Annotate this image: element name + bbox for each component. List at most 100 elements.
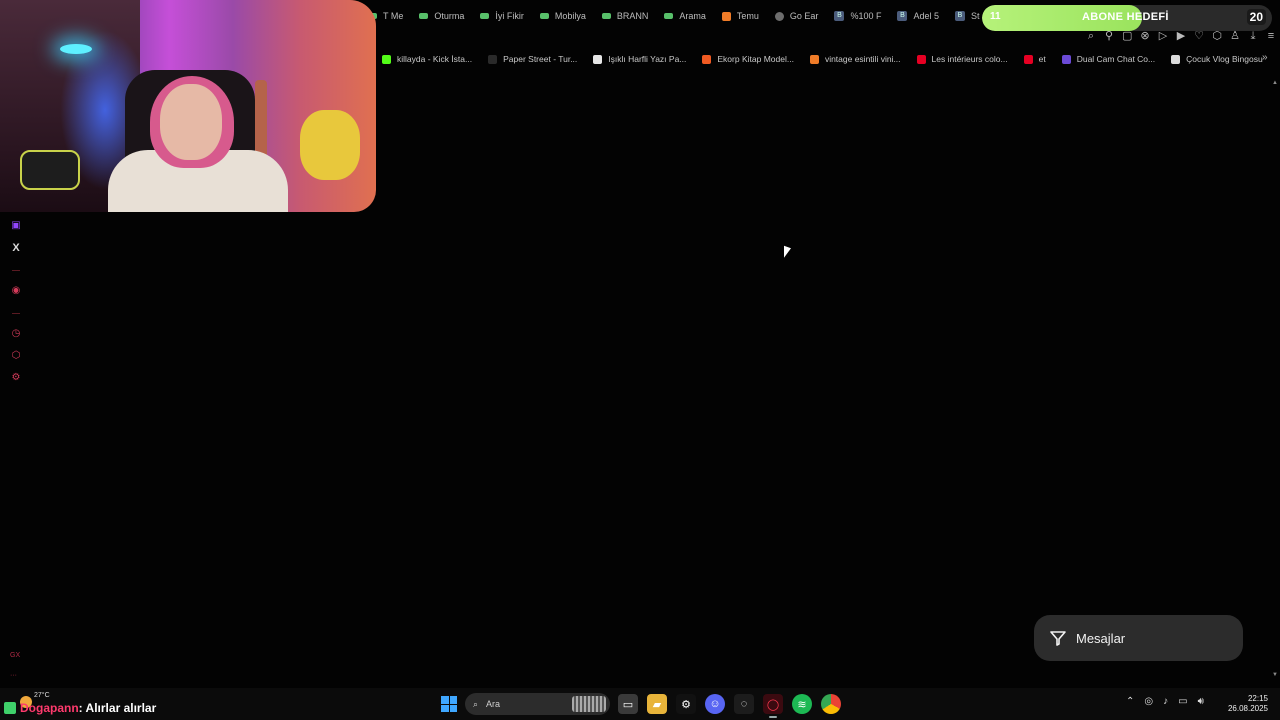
plush-toy	[300, 110, 360, 180]
mouse-cursor	[784, 245, 791, 261]
bookmark-item[interactable]: et	[1023, 54, 1046, 64]
browser-tab-strip: T Me Oturma İyi Fikir Mobilya BRANN Arama Temu…	[360, 6, 980, 26]
file-explorer-icon[interactable]: ▰	[647, 694, 667, 714]
tab-label: T Me	[383, 11, 404, 21]
search-highlight-image	[572, 696, 606, 712]
green-tab-icon	[480, 13, 490, 19]
browser-tab[interactable]: Arama	[656, 6, 714, 26]
spotify-icon[interactable]: ≋	[792, 694, 812, 714]
goal-target-count: 20	[1246, 9, 1266, 25]
taskbar-apps: ▭ ▰ ⚙ ☺ ◌ ◯ ≋	[618, 694, 841, 718]
player-icon[interactable]: ◉	[10, 285, 22, 297]
bookmark-item[interactable]: vintage esintili vini...	[809, 54, 901, 64]
bookmarks-more-icon[interactable]: »	[1262, 52, 1268, 63]
bookmark-item[interactable]: Dual Cam Chat Co...	[1061, 54, 1155, 64]
bookmark-label: Les intérieurs colo...	[931, 54, 1008, 64]
microphone-icon[interactable]: ♪	[1163, 696, 1168, 707]
extension-icon[interactable]: ⚲	[1104, 30, 1114, 42]
tab-label: Adel 5	[913, 11, 939, 21]
browser-toolbar: ⌕ ⚲ ▢ ⊗ ▷ ▶ ♡ ⬡ ♙ ⤓ ≡	[1086, 30, 1276, 42]
bookmark-favicon-icon	[593, 54, 603, 64]
browser-tab[interactable]: Go Ear	[767, 6, 827, 26]
bookmark-favicon-icon	[1171, 54, 1181, 64]
browser-tab[interactable]: Temu	[714, 6, 767, 26]
scrollbar[interactable]: ▲ ▼	[1272, 80, 1278, 680]
bookmark-label: Paper Street - Tur...	[503, 54, 578, 64]
heart-icon[interactable]: ♡	[1194, 30, 1204, 42]
profile-icon[interactable]: ♙	[1230, 30, 1240, 42]
green-tab-icon	[601, 13, 611, 19]
bookmark-favicon-icon	[809, 54, 819, 64]
kick-icon	[4, 702, 16, 714]
bookmark-label: killayda - Kick İsta...	[397, 54, 473, 64]
opera-gx-label: GX	[10, 652, 21, 659]
volume-icon[interactable]: 🔊︎	[1198, 696, 1204, 707]
clock[interactable]: 22:15 26.08.2025	[1228, 694, 1268, 714]
zoom-icon[interactable]: ⌕	[1086, 30, 1096, 42]
messages-button[interactable]: Mesajlar	[1034, 615, 1243, 661]
extensions-icon[interactable]: ⬡	[10, 350, 22, 362]
app-icon[interactable]: ◌	[734, 694, 754, 714]
lamp	[60, 44, 92, 54]
bookmark-item[interactable]: killayda - Kick İsta...	[382, 54, 472, 64]
goal-title: ABONE HEDEFİ	[1082, 11, 1169, 23]
tab-label: Go Ear	[789, 11, 819, 21]
bookmark-item[interactable]: Işıklı Harfli Yazı Pa...	[593, 54, 686, 64]
twitch-icon[interactable]: ▣	[10, 220, 22, 232]
green-tab-icon	[419, 13, 429, 19]
browser-tab[interactable]: BRANN	[594, 6, 657, 26]
chevron-up-icon[interactable]: ⌃	[1126, 696, 1134, 707]
browser-tab[interactable]: Mobilya	[532, 6, 594, 26]
download-icon[interactable]: ⤓	[1248, 30, 1258, 42]
task-view-icon[interactable]: ▭	[618, 694, 638, 714]
goal-current-count: 11	[990, 11, 1001, 22]
windows-taskbar: 27°C Dogapann: Alırlar alırlar ⌕ Ara ▭ ▰…	[0, 688, 1280, 720]
bookmark-item[interactable]: Les intérieurs colo...	[916, 54, 1008, 64]
steam-icon[interactable]: ⚙	[676, 694, 696, 714]
vpn-icon[interactable]: ⊗	[1140, 30, 1150, 42]
steelseries-icon[interactable]: ◎	[1144, 696, 1153, 707]
opera-gx-icon[interactable]: ◯	[763, 694, 783, 718]
clock-date: 26.08.2025	[1227, 704, 1268, 713]
windows-start-icon[interactable]	[441, 696, 457, 712]
browser-tab[interactable]: B %100 F	[826, 6, 889, 26]
bookmark-label: Ekorp Kitap Model...	[717, 54, 794, 64]
search-icon: ⌕	[473, 698, 479, 709]
cube-icon[interactable]: ⬡	[1212, 30, 1222, 42]
clock-time: 22:15	[1247, 694, 1268, 703]
scroll-up-icon[interactable]: ▲	[1272, 80, 1278, 86]
sidebar-divider	[12, 270, 20, 271]
player-icon[interactable]: ▷	[1158, 30, 1168, 42]
b-icon: B	[955, 11, 965, 21]
chrome-icon[interactable]	[821, 694, 841, 714]
system-tray: ⌃ ◎ ♪ ▭ 🔊︎	[1126, 696, 1204, 707]
display-icon[interactable]: ▭	[1178, 696, 1187, 707]
search-placeholder: Ara	[486, 699, 501, 709]
b-icon: B	[897, 11, 908, 21]
browser-tab[interactable]: Oturma	[411, 6, 472, 26]
browser-tab[interactable]: B Adel 5	[889, 6, 947, 26]
bookmark-item[interactable]: Çocuk Vlog Bingosu	[1171, 54, 1263, 64]
bookmark-item[interactable]: Paper Street - Tur...	[488, 54, 577, 64]
bookmark-item[interactable]: Ekorp Kitap Model...	[702, 54, 794, 64]
history-icon[interactable]: ◷	[10, 328, 22, 340]
tab-label: Steve R	[971, 11, 980, 21]
menu-icon[interactable]: ≡	[1266, 30, 1276, 42]
scroll-down-icon[interactable]: ▼	[1272, 672, 1278, 678]
settings-icon[interactable]: ⚙	[10, 372, 22, 384]
tab-label: %100 F	[850, 11, 882, 21]
browser-tab[interactable]: B Steve R	[947, 6, 980, 26]
snapshot-icon[interactable]: ▢	[1122, 30, 1132, 42]
browser-tab[interactable]: İyi Fikir	[472, 6, 532, 26]
tab-label: Mobilya	[554, 11, 586, 21]
bookmark-favicon-icon	[488, 54, 498, 64]
taskbar-search[interactable]: ⌕ Ara	[465, 693, 610, 715]
play-icon[interactable]: ▶	[1176, 30, 1186, 42]
discord-icon[interactable]: ☺	[705, 694, 725, 714]
messages-label: Mesajlar	[1076, 630, 1126, 646]
subscriber-goal-bar: 11 ABONE HEDEFİ 20	[982, 5, 1272, 31]
ticker-username: Dogapann	[20, 701, 79, 715]
b-icon: B	[834, 11, 845, 21]
more-icon[interactable]: ···	[10, 672, 17, 679]
x-twitter-icon[interactable]: X	[10, 242, 22, 254]
